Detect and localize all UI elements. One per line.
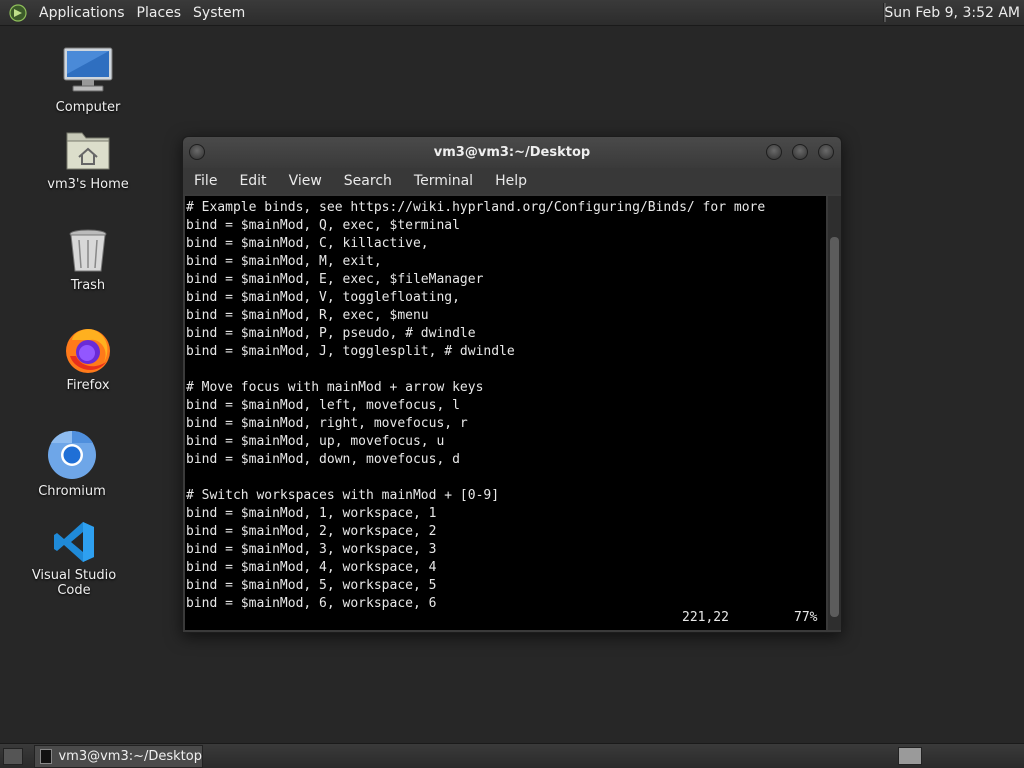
chromium-icon: [48, 430, 96, 479]
firefox-icon: [66, 329, 110, 373]
close-button[interactable]: [818, 144, 834, 160]
window-menu-button[interactable]: [189, 144, 205, 160]
places-menu[interactable]: Places: [131, 5, 188, 21]
terminal-line: bind = $mainMod, 2, workspace, 2: [186, 524, 437, 539]
desktop-icon-computer[interactable]: Computer: [33, 44, 143, 115]
vscode-icon: [54, 522, 94, 562]
terminal-line: bind = $mainMod, 1, workspace, 1: [186, 506, 437, 521]
terminal-line: bind = $mainMod, down, movefocus, d: [186, 452, 460, 467]
terminal-scrollbar[interactable]: [828, 196, 841, 630]
terminal-line: bind = $mainMod, right, movefocus, r: [186, 416, 468, 431]
terminal-line: bind = $mainMod, left, movefocus, l: [186, 398, 460, 413]
top-panel: Applications Places System Sun Feb 9, 3:…: [0, 0, 1024, 26]
terminal-line: bind = $mainMod, J, togglesplit, # dwind…: [186, 344, 515, 359]
vim-status-line: 221,22 77%: [185, 610, 820, 628]
terminal-line: bind = $mainMod, 4, workspace, 4: [186, 560, 437, 575]
mate-logo-icon[interactable]: [9, 3, 27, 22]
scrollbar-thumb[interactable]: [830, 237, 839, 617]
menu-terminal[interactable]: Terminal: [403, 173, 484, 189]
taskbar-item-label: vm3@vm3:~/Desktop: [58, 749, 202, 764]
terminal-text: # Example binds, see https://wiki.hyprla…: [185, 196, 826, 613]
desktop-icon-firefox[interactable]: Firefox: [33, 326, 143, 393]
terminal-line: bind = $mainMod, V, togglefloating,: [186, 290, 460, 305]
applications-menu[interactable]: Applications: [33, 5, 131, 21]
terminal-line: # Switch workspaces with mainMod + [0-9]: [186, 488, 500, 503]
terminal-line: bind = $mainMod, Q, exec, $terminal: [186, 218, 460, 233]
terminal-line: bind = $mainMod, 5, workspace, 5: [186, 578, 437, 593]
desktop-icon-label: Trash: [70, 278, 106, 293]
terminal-line: bind = $mainMod, C, killactive,: [186, 236, 429, 251]
terminal-line: bind = $mainMod, 3, workspace, 3: [186, 542, 437, 557]
terminal-line: bind = $mainMod, E, exec, $fileManager: [186, 272, 484, 287]
desktop-icon-label: Computer: [55, 100, 121, 115]
cursor-position: 221,22: [682, 610, 729, 625]
terminal-output[interactable]: # Example binds, see https://wiki.hyprla…: [185, 196, 826, 630]
terminal-line: bind = $mainMod, M, exit,: [186, 254, 382, 269]
home-folder-icon: [66, 132, 110, 170]
terminal-line: bind = $mainMod, P, pseudo, # dwindle: [186, 326, 476, 341]
window-titlebar[interactable]: vm3@vm3:~/Desktop: [183, 137, 841, 168]
desktop-icon-vscode[interactable]: Visual Studio Code: [19, 520, 129, 598]
minimize-button[interactable]: [766, 144, 782, 160]
desktop-icon-trash[interactable]: Trash: [33, 228, 143, 293]
menu-file[interactable]: File: [183, 173, 228, 189]
terminal-window[interactable]: vm3@vm3:~/Desktop File Edit View Search …: [182, 136, 842, 633]
desktop-icon-label: Chromium: [38, 484, 106, 499]
desktop-icon-label: Firefox: [66, 378, 110, 393]
terminal-line: # Move focus with mainMod + arrow keys: [186, 380, 484, 395]
window-title: vm3@vm3:~/Desktop: [433, 145, 591, 160]
desktop-icon-label: Visual Studio Code: [31, 568, 117, 598]
trash-icon: [69, 229, 107, 272]
computer-icon: [63, 47, 113, 92]
terminal-icon: [40, 749, 53, 764]
bottom-panel: vm3@vm3:~/Desktop: [0, 743, 1024, 768]
workspace-switcher[interactable]: [898, 747, 922, 765]
terminal-line: bind = $mainMod, up, movefocus, u: [186, 434, 445, 449]
terminal-line: # Example binds, see https://wiki.hyprla…: [186, 200, 766, 215]
clock[interactable]: Sun Feb 9, 3:52 AM: [872, 0, 1024, 25]
desktop-icon-chromium[interactable]: Chromium: [17, 430, 127, 499]
terminal-line: bind = $mainMod, R, exec, $menu: [186, 308, 429, 323]
taskbar-item-terminal[interactable]: vm3@vm3:~/Desktop: [34, 745, 203, 768]
menu-view[interactable]: View: [278, 173, 333, 189]
menu-help[interactable]: Help: [484, 173, 538, 189]
system-menu[interactable]: System: [187, 5, 251, 21]
maximize-button[interactable]: [792, 144, 808, 160]
scroll-percent: 77%: [794, 610, 818, 625]
menu-edit[interactable]: Edit: [228, 173, 277, 189]
terminal-menubar: File Edit View Search Terminal Help: [183, 168, 841, 194]
show-desktop-icon[interactable]: [3, 748, 23, 765]
desktop-icon-label: vm3's Home: [47, 177, 129, 192]
menu-search[interactable]: Search: [333, 173, 403, 189]
desktop-icon-home[interactable]: vm3's Home: [33, 127, 143, 192]
